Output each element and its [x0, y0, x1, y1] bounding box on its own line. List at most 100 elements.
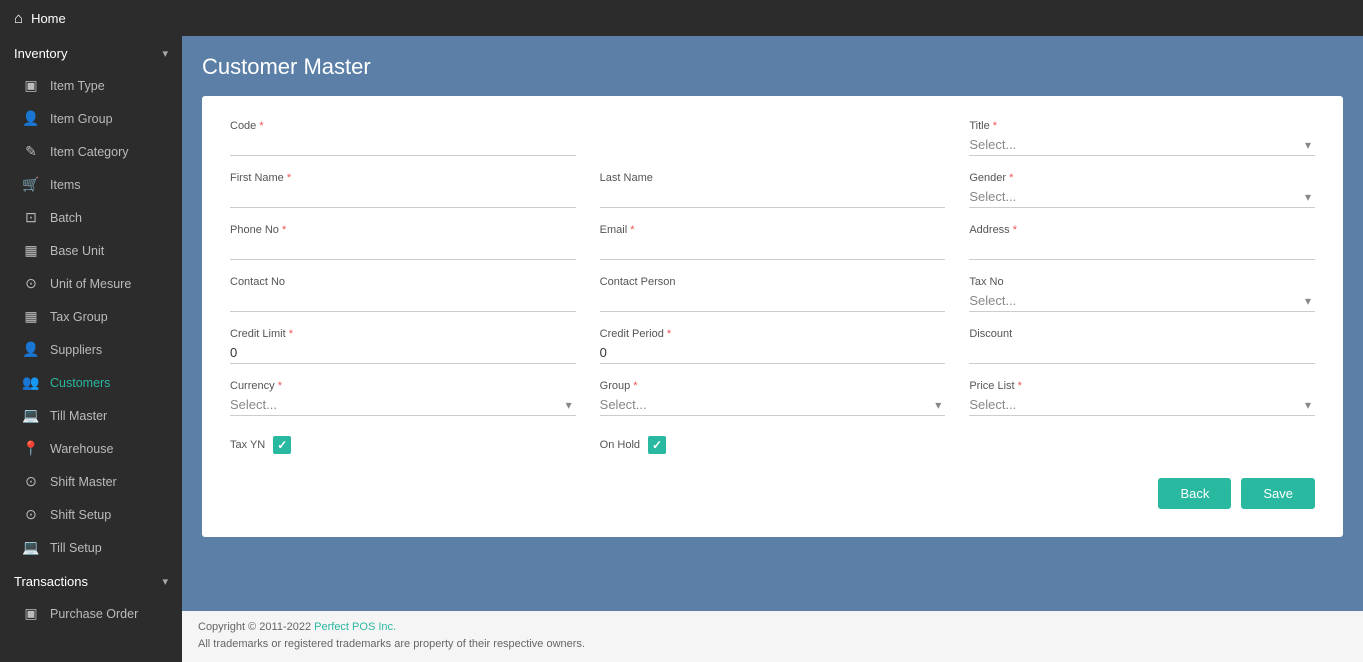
pricelist-label: Price List *	[969, 380, 1315, 392]
sidebar-item-shift-setup[interactable]: ⊙ Shift Setup	[0, 498, 182, 531]
sidebar-item-label: Item Category	[50, 145, 129, 159]
title-select-wrapper: Select... Mr Mrs Miss Dr	[969, 134, 1315, 156]
sidebar-item-label: Batch	[50, 211, 82, 225]
phoneno-input[interactable]	[230, 238, 576, 260]
address-input[interactable]	[969, 238, 1315, 260]
sidebar-item-purchase-order[interactable]: ▣ Purchase Order	[0, 597, 182, 630]
spacer-2	[969, 436, 1315, 470]
save-button[interactable]: Save	[1241, 478, 1315, 509]
home-label: Home	[31, 11, 66, 26]
sidebar-item-label: Item Group	[50, 112, 113, 126]
back-button[interactable]: Back	[1158, 478, 1231, 509]
discount-label: Discount	[969, 328, 1315, 340]
email-input[interactable]	[600, 238, 946, 260]
footer-line1: Copyright © 2011-2022 Perfect POS Inc.	[198, 619, 1347, 637]
inventory-group-header[interactable]: Inventory ▾	[0, 36, 182, 69]
spacer-1	[600, 120, 946, 172]
sidebar-item-items[interactable]: 🛒 Items	[0, 168, 182, 201]
discount-field: Discount	[969, 328, 1315, 364]
sidebar-item-label: Unit of Mesure	[50, 277, 131, 291]
sidebar-item-warehouse[interactable]: 📍 Warehouse	[0, 432, 182, 465]
transactions-group-label: Transactions	[14, 574, 88, 589]
creditlimit-field: Credit Limit *	[230, 328, 576, 364]
sidebar-item-label: Warehouse	[50, 442, 113, 456]
phoneno-field: Phone No *	[230, 224, 576, 260]
onhold-field: On Hold	[600, 436, 946, 454]
sidebar-item-tax-group[interactable]: ▦ Tax Group	[0, 300, 182, 333]
sidebar-item-unit-of-mesure[interactable]: ⊙ Unit of Mesure	[0, 267, 182, 300]
lastname-input[interactable]	[600, 186, 946, 208]
discount-input[interactable]	[969, 342, 1315, 364]
title-select[interactable]: Select... Mr Mrs Miss Dr	[969, 134, 1315, 155]
sidebar-item-label: Shift Master	[50, 475, 117, 489]
onhold-checkbox[interactable]	[648, 436, 666, 454]
sidebar-item-item-category[interactable]: ✎ Item Category	[0, 135, 182, 168]
creditperiod-input[interactable]	[600, 342, 946, 364]
creditperiod-field: Credit Period *	[600, 328, 946, 364]
sidebar-item-label: Till Master	[50, 409, 107, 423]
sidebar-item-till-master[interactable]: 💻 Till Master	[0, 399, 182, 432]
unit-of-mesure-icon: ⊙	[22, 275, 40, 292]
email-label: Email *	[600, 224, 946, 236]
sidebar-item-label: Purchase Order	[50, 607, 138, 621]
taxno-select-wrapper: Select...	[969, 290, 1315, 312]
sidebar-item-till-setup[interactable]: 💻 Till Setup	[0, 531, 182, 564]
creditperiod-label: Credit Period *	[600, 328, 946, 340]
gender-field: Gender * Select... Male Female Other	[969, 172, 1315, 208]
home-icon: ⌂	[14, 10, 23, 27]
contactperson-input[interactable]	[600, 290, 946, 312]
code-input[interactable]	[230, 134, 576, 156]
firstname-label: First Name *	[230, 172, 576, 184]
main: Customer Master Code *	[182, 36, 1363, 662]
main-content: Customer Master Code *	[182, 36, 1363, 611]
sidebar: Inventory ▾ ▣ Item Type 👤 Item Group ✎ I…	[0, 36, 182, 662]
firstname-input[interactable]	[230, 186, 576, 208]
till-setup-icon: 💻	[22, 539, 40, 556]
sidebar-item-shift-master[interactable]: ⊙ Shift Master	[0, 465, 182, 498]
group-field: Group * Select...	[600, 380, 946, 416]
sidebar-item-item-type[interactable]: ▣ Item Type	[0, 69, 182, 102]
taxno-field: Tax No Select...	[969, 276, 1315, 312]
sidebar-item-customers[interactable]: 👥 Customers	[0, 366, 182, 399]
firstname-field: First Name *	[230, 172, 576, 208]
till-master-icon: 💻	[22, 407, 40, 424]
lastname-field: Last Name	[600, 172, 946, 208]
group-select[interactable]: Select...	[600, 394, 946, 415]
lastname-label: Last Name	[600, 172, 946, 184]
contactno-input[interactable]	[230, 290, 576, 312]
contactno-label: Contact No	[230, 276, 576, 288]
currency-field: Currency * Select...	[230, 380, 576, 416]
taxyn-checkbox[interactable]	[273, 436, 291, 454]
transactions-section: Transactions ▾ ▣ Purchase Order	[0, 564, 182, 630]
suppliers-icon: 👤	[22, 341, 40, 358]
gender-label: Gender *	[969, 172, 1315, 184]
taxno-select[interactable]: Select...	[969, 290, 1315, 311]
sidebar-item-label: Items	[50, 178, 81, 192]
creditlimit-input[interactable]	[230, 342, 576, 364]
inventory-group-label: Inventory	[14, 46, 67, 61]
sidebar-item-suppliers[interactable]: 👤 Suppliers	[0, 333, 182, 366]
shift-setup-icon: ⊙	[22, 506, 40, 523]
pricelist-select[interactable]: Select...	[969, 394, 1315, 415]
sidebar-item-batch[interactable]: ⊡ Batch	[0, 201, 182, 234]
code-label: Code *	[230, 120, 576, 132]
contactno-field: Contact No	[230, 276, 576, 312]
footer-company-link[interactable]: Perfect POS Inc.	[314, 621, 396, 633]
inventory-chevron: ▾	[162, 47, 168, 60]
sidebar-item-label: Shift Setup	[50, 508, 111, 522]
sidebar-item-label: Base Unit	[50, 244, 104, 258]
contactperson-field: Contact Person	[600, 276, 946, 312]
currency-select[interactable]: Select...	[230, 394, 576, 415]
sidebar-item-label: Customers	[50, 376, 110, 390]
gender-select[interactable]: Select... Male Female Other	[969, 186, 1315, 207]
sidebar-item-base-unit[interactable]: ▦ Base Unit	[0, 234, 182, 267]
topbar: ⌂ Home	[0, 0, 1363, 36]
transactions-group-header[interactable]: Transactions ▾	[0, 564, 182, 597]
sidebar-item-label: Suppliers	[50, 343, 102, 357]
title-label: Title *	[969, 120, 1315, 132]
tax-group-icon: ▦	[22, 308, 40, 325]
customers-icon: 👥	[22, 374, 40, 391]
sidebar-item-item-group[interactable]: 👤 Item Group	[0, 102, 182, 135]
taxyn-label: Tax YN	[230, 439, 265, 451]
taxyn-field: Tax YN	[230, 436, 576, 454]
